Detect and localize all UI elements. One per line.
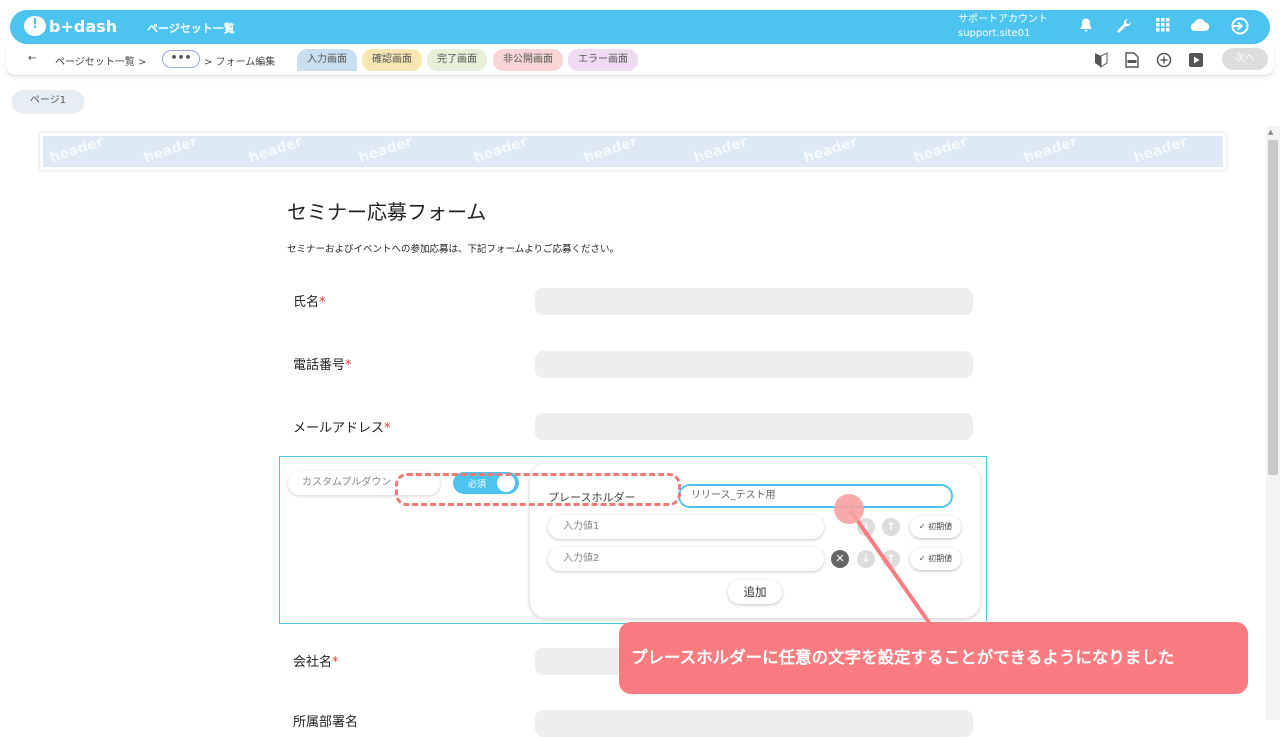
callout-pointer-line (848, 508, 932, 626)
pointer-dot (834, 494, 864, 524)
callout-box: プレースホルダーに任意の文字を設定することができるようになりました (619, 622, 1248, 694)
